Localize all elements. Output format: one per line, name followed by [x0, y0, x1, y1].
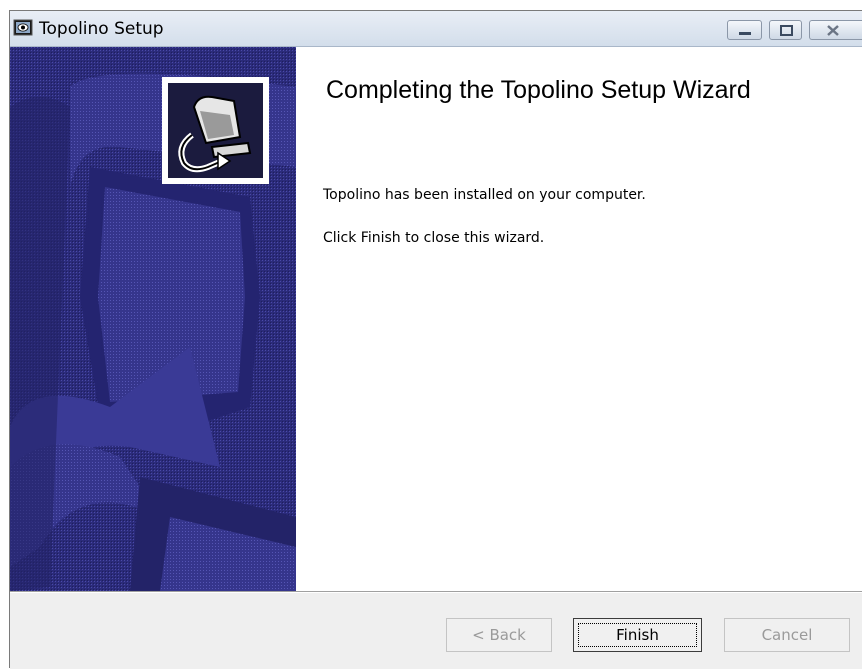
cancel-button[interactable]: Cancel	[724, 618, 850, 652]
finish-instruction-text: Click Finish to close this wizard.	[323, 230, 545, 246]
finish-button-label: Finish	[616, 626, 659, 644]
close-button[interactable]	[809, 20, 862, 40]
minimize-icon	[739, 32, 751, 35]
back-button[interactable]: < Back	[446, 618, 552, 652]
back-button-label: < Back	[472, 626, 526, 644]
minimize-button[interactable]	[727, 20, 762, 40]
installer-computer-icon	[162, 77, 269, 184]
button-bar: < Back Finish Cancel	[10, 591, 862, 669]
finish-button[interactable]: Finish	[573, 618, 702, 652]
maximize-button[interactable]	[769, 20, 802, 40]
page-heading: Completing the Topolino Setup Wizard	[326, 76, 751, 104]
close-icon	[827, 25, 839, 36]
cancel-button-label: Cancel	[761, 626, 813, 644]
setup-eye-icon	[13, 19, 33, 36]
footer-divider	[10, 592, 862, 593]
title-bar[interactable]: Topolino Setup	[10, 11, 862, 47]
wizard-content: Completing the Topolino Setup Wizard Top…	[296, 47, 862, 591]
install-complete-text: Topolino has been installed on your comp…	[323, 187, 646, 203]
setup-window: Topolino Setup Completing the Topolino S…	[9, 10, 862, 669]
window-title: Topolino Setup	[39, 19, 164, 39]
maximize-icon	[780, 25, 793, 36]
